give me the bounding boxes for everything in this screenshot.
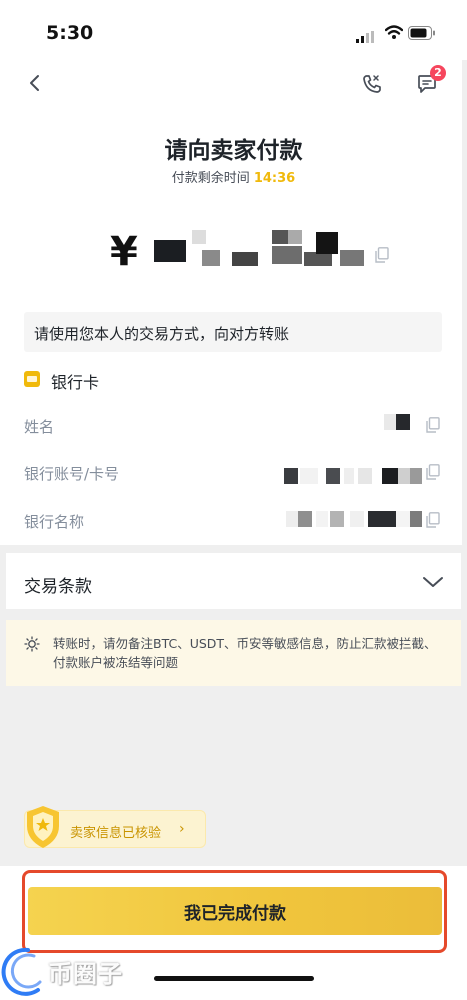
copy-account-icon[interactable] bbox=[426, 464, 442, 480]
unread-badge: 2 bbox=[430, 65, 446, 81]
wifi-icon bbox=[384, 24, 404, 44]
payment-method-name: 银行卡 bbox=[51, 373, 100, 392]
lightbulb-icon bbox=[24, 636, 40, 656]
watermark-text: 币圈子 bbox=[48, 960, 123, 988]
call-button[interactable] bbox=[358, 72, 386, 100]
field-label-name: 姓名 bbox=[24, 418, 55, 436]
back-button[interactable] bbox=[22, 72, 48, 98]
status-time: 5:30 bbox=[46, 22, 94, 44]
shield-icon bbox=[24, 804, 62, 854]
chevron-left-icon bbox=[28, 74, 42, 96]
verified-text: 卖家信息已核验 bbox=[70, 826, 162, 841]
field-value-bank-redacted bbox=[286, 511, 424, 527]
signal-icon bbox=[356, 28, 376, 47]
field-label-account: 银行账号/卡号 bbox=[24, 465, 120, 483]
battery-icon bbox=[408, 25, 436, 44]
terms-label: 交易条款 bbox=[24, 577, 92, 597]
chevron-right-icon: › bbox=[179, 821, 185, 837]
timer-label: 付款剩余时间 bbox=[171, 171, 250, 186]
copy-name-icon[interactable] bbox=[426, 417, 442, 433]
phone-icon bbox=[361, 73, 383, 99]
copy-bank-icon[interactable] bbox=[426, 512, 442, 528]
currency-symbol: ¥ bbox=[110, 229, 138, 275]
field-value-name-redacted bbox=[384, 414, 414, 430]
field-value-account-redacted bbox=[284, 468, 424, 484]
chevron-down-icon[interactable] bbox=[422, 574, 444, 593]
page-title: 请向卖家付款 bbox=[164, 138, 303, 164]
payment-completed-button[interactable]: 我已完成付款 bbox=[28, 887, 442, 935]
payment-timer: 付款剩余时间 14:36 bbox=[0, 167, 467, 186]
notice-text: 请使用您本人的交易方式，向对方转账 bbox=[34, 325, 290, 343]
amount-redacted bbox=[153, 230, 364, 274]
bank-card-icon bbox=[24, 371, 40, 387]
amount-row: ¥ bbox=[110, 222, 364, 282]
copy-amount-icon[interactable] bbox=[375, 247, 389, 267]
seller-verified-badge[interactable]: 卖家信息已核验 › bbox=[24, 806, 206, 848]
timer-value: 14:36 bbox=[253, 171, 296, 186]
home-indicator bbox=[154, 976, 314, 981]
warning-text: 转账时，请勿备注BTC、USDT、币安等敏感信息，防止汇款被拦截、付款账户被冻结… bbox=[53, 636, 437, 670]
watermark-logo: 币圈子 bbox=[0, 942, 160, 1000]
field-label-bank: 银行名称 bbox=[24, 513, 85, 531]
